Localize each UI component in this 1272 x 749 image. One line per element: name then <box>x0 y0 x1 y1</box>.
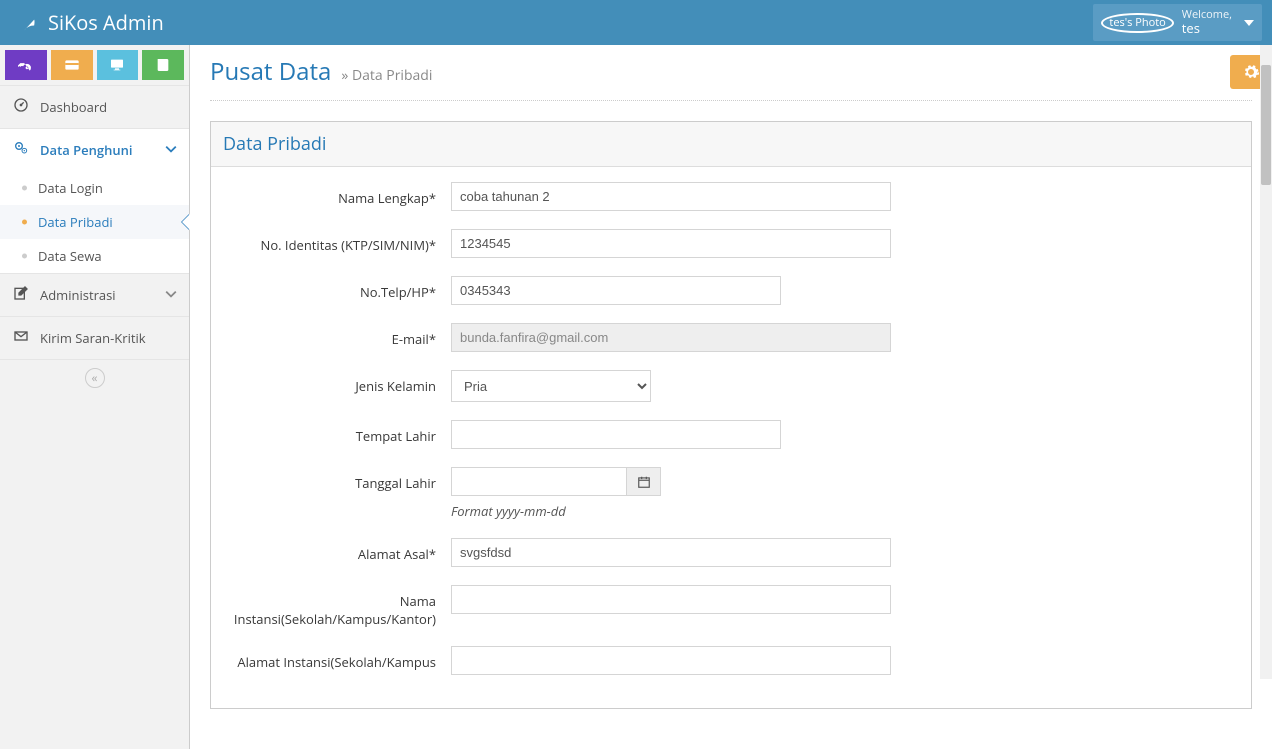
input-alamat-instansi[interactable] <box>451 646 891 675</box>
label-telp: No.Telp/HP* <box>231 276 451 301</box>
label-identitas: No. Identitas (KTP/SIM/NIM)* <box>231 229 451 254</box>
input-group-tanggal <box>451 467 661 496</box>
field-telp: No.Telp/HP* <box>231 276 1231 305</box>
input-identitas[interactable] <box>451 229 891 258</box>
field-alamat-instansi: Alamat Instansi(Sekolah/Kampus <box>231 646 1231 675</box>
sidebar-collapse-toggle[interactable]: « <box>0 359 189 396</box>
label-jk: Jenis Kelamin <box>231 370 451 395</box>
breadcrumb: Data Pribadi <box>341 66 432 85</box>
field-alamat-asal: Alamat Asal* <box>231 538 1231 567</box>
shortcuts <box>0 45 189 85</box>
desktop-icon <box>109 57 125 73</box>
brand-text: SiKos Admin <box>48 9 164 36</box>
sidebar-item-label: Administrasi <box>40 286 116 304</box>
panel-data-pribadi: Data Pribadi Nama Lengkap* No. Identitas… <box>210 121 1252 709</box>
label-nama: Nama Lengkap* <box>231 182 451 207</box>
input-nama[interactable] <box>451 182 891 211</box>
sidebar-item-label: Data Pribadi <box>38 213 113 231</box>
label-alamat-instansi: Alamat Instansi(Sekolah/Kampus <box>231 646 451 671</box>
label-tempat: Tempat Lahir <box>231 420 451 445</box>
leaf-icon <box>20 13 40 33</box>
dashboard-icon <box>12 96 30 118</box>
field-instansi: Nama Instansi(Sekolah/Kampus/Kantor) <box>231 585 1231 628</box>
sidebar-item-label: Dashboard <box>40 98 107 116</box>
envelope-icon <box>12 327 30 349</box>
main: Dashboard Data Penghuni Data Login Data … <box>0 45 1272 749</box>
sidebar-item-label: Kirim Saran-Kritik <box>40 329 146 347</box>
shortcut-card[interactable] <box>51 50 93 80</box>
credit-card-icon <box>64 57 80 73</box>
scrollbar-thumb[interactable] <box>1261 65 1271 185</box>
label-alamat-asal: Alamat Asal* <box>231 538 451 563</box>
cogs-icon <box>12 139 30 161</box>
label-instansi: Nama Instansi(Sekolah/Kampus/Kantor) <box>231 585 451 628</box>
field-nama: Nama Lengkap* <box>231 182 1231 211</box>
sidebar: Dashboard Data Penghuni Data Login Data … <box>0 45 190 749</box>
input-telp[interactable] <box>451 276 781 305</box>
sidebar-item-administrasi[interactable]: Administrasi <box>0 273 189 316</box>
shortcut-desktop[interactable] <box>97 50 139 80</box>
field-tempat-lahir: Tempat Lahir <box>231 420 1231 449</box>
field-identitas: No. Identitas (KTP/SIM/NIM)* <box>231 229 1231 258</box>
input-tanggal-lahir[interactable] <box>451 467 627 496</box>
datepicker-button[interactable] <box>627 467 661 496</box>
field-jenis-kelamin: Jenis Kelamin Pria <box>231 370 1231 402</box>
sidebar-item-data-pribadi[interactable]: Data Pribadi <box>0 205 189 239</box>
calendar-icon <box>637 475 651 489</box>
shortcut-book[interactable] <box>142 50 184 80</box>
chevron-down-icon <box>165 286 177 305</box>
sidebar-item-data-penghuni[interactable]: Data Penghuni Data Login Data Pribadi Da… <box>0 128 189 273</box>
label-tanggal: Tanggal Lahir <box>231 467 451 492</box>
chevron-down-icon <box>165 141 177 160</box>
scrollbar[interactable] <box>1260 45 1272 679</box>
input-tempat-lahir[interactable] <box>451 420 781 449</box>
shortcut-key[interactable] <box>5 50 47 80</box>
select-jenis-kelamin[interactable]: Pria <box>451 370 651 402</box>
panel-title: Data Pribadi <box>211 122 1251 167</box>
sidebar-item-label: Data Login <box>38 179 103 197</box>
sidebar-item-label: Data Sewa <box>38 247 102 265</box>
caret-down-icon <box>1244 18 1254 28</box>
gear-icon <box>1242 63 1260 81</box>
navbar-right: tes's Photo Welcome, tes <box>1093 4 1262 41</box>
content: Pusat Data Data Pribadi Data Pribadi Nam… <box>190 45 1272 749</box>
sidebar-item-dashboard[interactable]: Dashboard <box>0 85 189 128</box>
user-text: Welcome, tes <box>1182 8 1232 37</box>
book-icon <box>155 57 171 73</box>
sidebar-item-label: Data Penghuni <box>40 141 132 159</box>
edit-icon <box>12 284 30 306</box>
brand[interactable]: SiKos Admin <box>20 9 164 36</box>
submenu: Data Login Data Pribadi Data Sewa <box>0 171 189 273</box>
chevron-left-icon: « <box>85 368 105 388</box>
help-tanggal: Format yyyy-mm-dd <box>451 502 661 520</box>
avatar: tes's Photo <box>1101 13 1173 33</box>
user-menu[interactable]: tes's Photo Welcome, tes <box>1093 4 1262 41</box>
sidebar-item-data-login[interactable]: Data Login <box>0 171 189 205</box>
input-email <box>451 323 891 352</box>
welcome-label: Welcome, <box>1182 8 1232 21</box>
input-alamat-asal[interactable] <box>451 538 891 567</box>
page-title: Pusat Data <box>210 55 331 88</box>
input-instansi[interactable] <box>451 585 891 614</box>
nav-list: Dashboard Data Penghuni Data Login Data … <box>0 85 189 359</box>
key-icon <box>18 57 34 73</box>
sidebar-item-kirim-saran[interactable]: Kirim Saran-Kritik <box>0 316 189 359</box>
field-tanggal-lahir: Tanggal Lahir Format yyyy-mm-dd <box>231 467 1231 520</box>
panel-body: Nama Lengkap* No. Identitas (KTP/SIM/NIM… <box>211 167 1251 708</box>
label-email: E-mail* <box>231 323 451 348</box>
navbar: SiKos Admin tes's Photo Welcome, tes <box>0 0 1272 45</box>
page-header: Pusat Data Data Pribadi <box>210 55 1252 101</box>
field-email: E-mail* <box>231 323 1231 352</box>
sidebar-item-data-sewa[interactable]: Data Sewa <box>0 239 189 273</box>
